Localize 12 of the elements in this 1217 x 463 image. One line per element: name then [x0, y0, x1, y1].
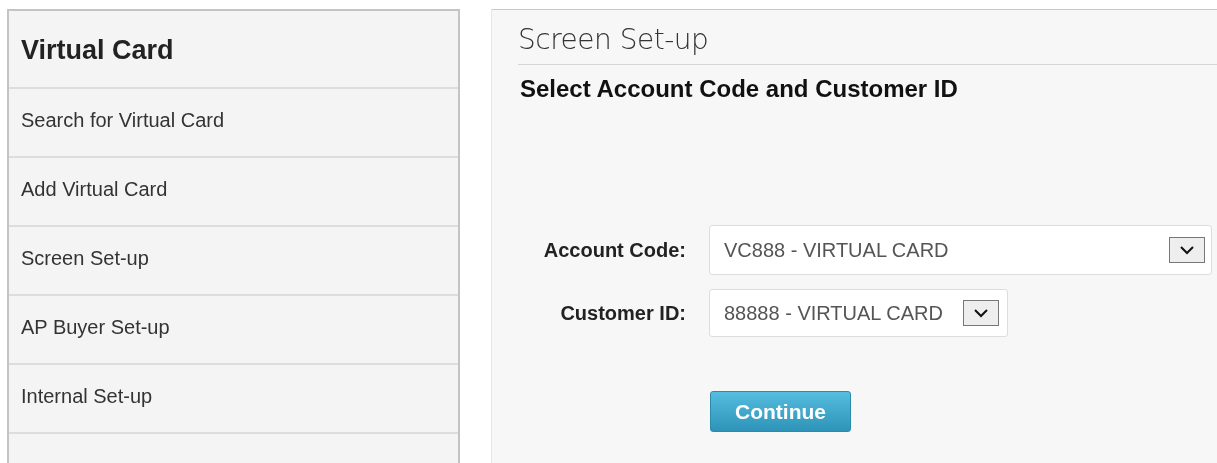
field-label: Account Code:	[542, 238, 687, 262]
section-heading: Select Account Code and Customer ID	[520, 75, 959, 103]
field-label: Customer ID:	[559, 301, 687, 325]
sidebar-link[interactable]: Add Virtual Card	[9, 158, 458, 227]
sidebar-link[interactable]: Internal Set-up	[9, 365, 458, 434]
sidebar-link[interactable]: Screen Set-up	[9, 227, 458, 296]
sidebar-link[interactable]: AP Buyer Set-up	[9, 296, 458, 365]
sidebar-link[interactable]: Search for Virtual Card	[9, 89, 458, 158]
sidebar-title: Virtual Card	[9, 11, 458, 89]
dropdown-field[interactable]: VC888 - VIRTUAL CARD	[709, 225, 1212, 275]
dropdown-field[interactable]: 88888 - VIRTUAL CARD	[709, 289, 1008, 337]
page-title: Screen Set-up	[518, 10, 1217, 65]
